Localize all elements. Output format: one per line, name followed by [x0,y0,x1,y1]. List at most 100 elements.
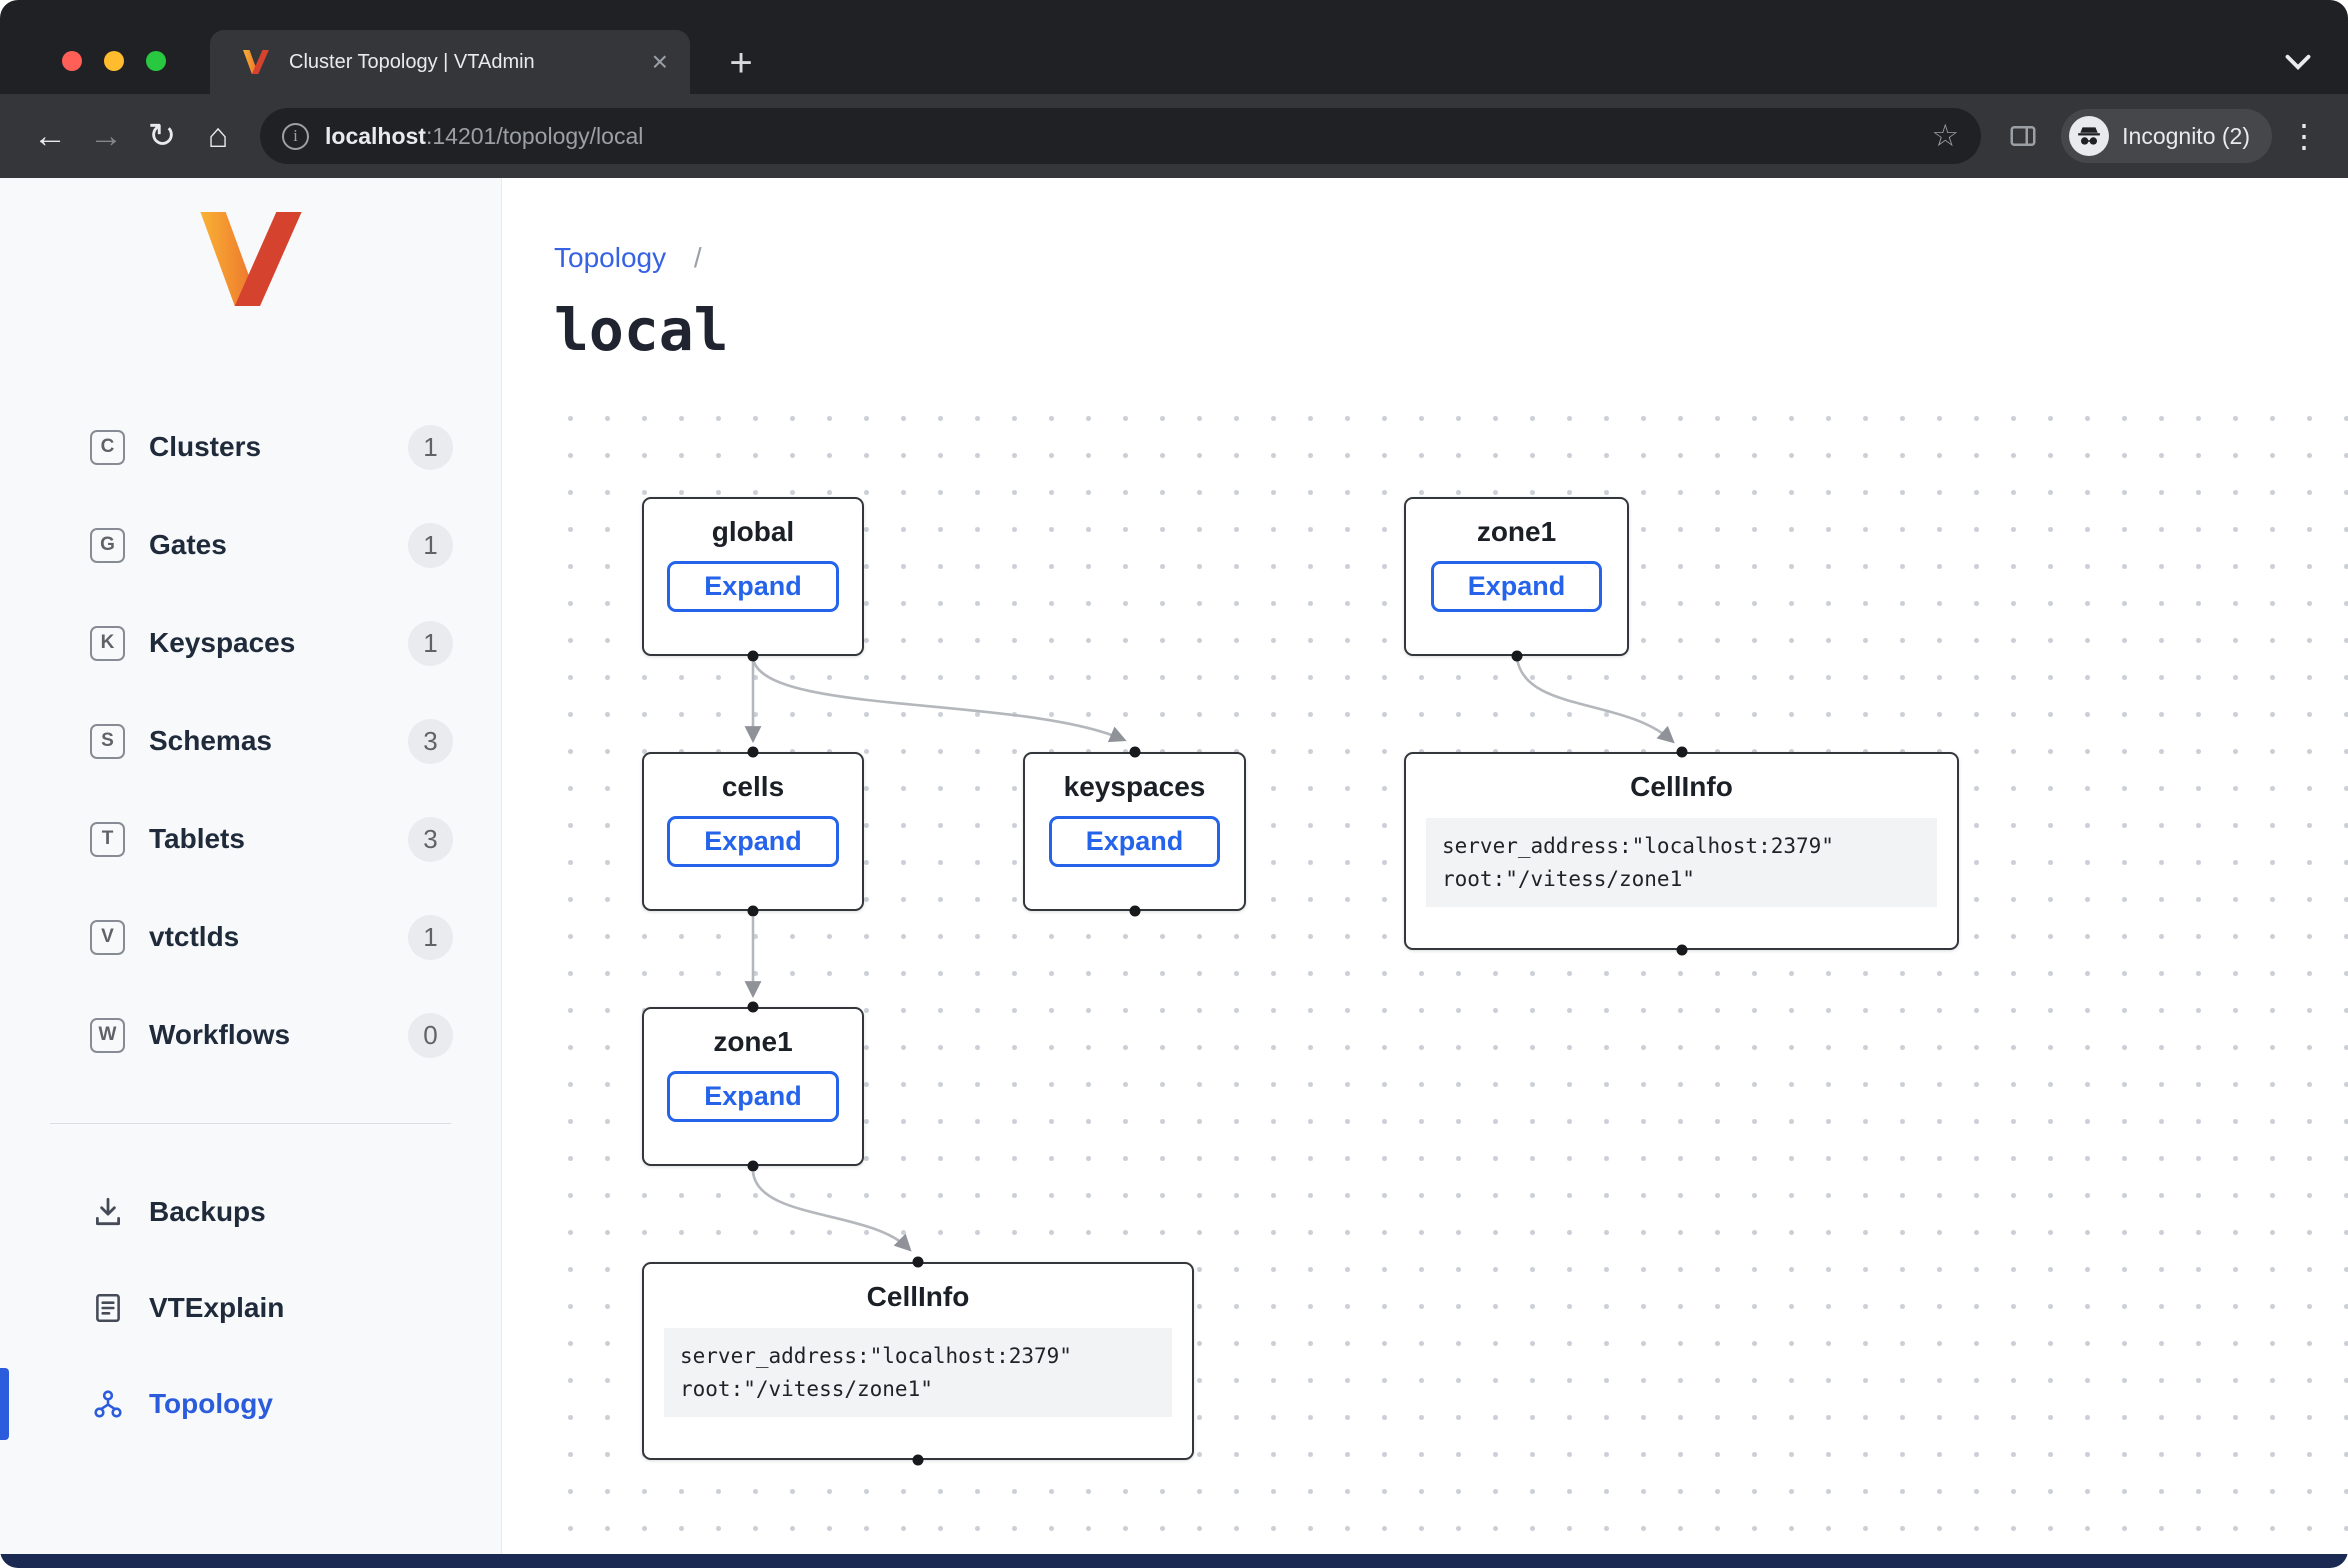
count-badge: 1 [408,915,453,960]
sidebar-primary-nav: C Clusters 1 G Gates 1 K Keyspaces 1 S S… [0,411,501,1071]
node-title: global [644,516,862,548]
breadcrumb-topology-link[interactable]: Topology [554,242,666,273]
cellinfo-code: server_address:"localhost:2379" root:"/v… [1426,818,1937,907]
back-button[interactable]: ← [22,108,78,164]
sidebar-item-vtctlds[interactable]: V vtctlds 1 [0,901,501,973]
sidebar-item-label: Schemas [149,725,272,757]
main-content: Topology / local global Expand zone1 Exp… [502,178,2348,1554]
sidebar-item-keyspaces[interactable]: K Keyspaces 1 [0,607,501,679]
vtadmin-app: C Clusters 1 G Gates 1 K Keyspaces 1 S S… [0,178,2348,1554]
sidebar-item-backups[interactable]: Backups [0,1176,501,1248]
sidebar-item-label: VTExplain [149,1292,284,1324]
sidebar-item-label: vtctlds [149,921,239,953]
forward-button[interactable]: → [78,108,134,164]
zoom-window-button[interactable] [146,51,166,71]
breadcrumb: Topology / [554,242,702,274]
workflows-icon: W [90,1018,125,1053]
topology-node-cellinfo-right: CellInfo server_address:"localhost:2379"… [1404,752,1959,950]
reload-button[interactable]: ↻ [134,108,190,164]
vitess-favicon [238,45,273,80]
browser-titlebar: Cluster Topology | VTAdmin × + [0,0,2348,94]
sidebar-item-workflows[interactable]: W Workflows 0 [0,999,501,1071]
tab-close-icon[interactable]: × [652,48,668,76]
count-badge: 3 [408,719,453,764]
cellinfo-code-line: server_address:"localhost:2379" [1442,830,1921,863]
count-badge: 1 [408,621,453,666]
vitess-logo [0,212,501,306]
breadcrumb-separator: / [694,242,702,273]
expand-button-zone1-bottom[interactable]: Expand [667,1071,839,1122]
sidebar-item-schemas[interactable]: S Schemas 3 [0,705,501,777]
expand-button-global[interactable]: Expand [667,561,839,612]
gates-icon: G [90,528,125,563]
topology-node-keyspaces: keyspaces Expand [1023,752,1246,911]
topology-node-cellinfo-bottom: CellInfo server_address:"localhost:2379"… [642,1262,1194,1460]
browser-toolbar: ← → ↻ ⌂ i localhost:14201/topology/local… [0,94,2348,178]
cellinfo-code-line: root:"/vitess/zone1" [680,1373,1156,1406]
backups-download-icon [90,1195,125,1230]
clusters-icon: C [90,430,125,465]
node-title: CellInfo [1406,771,1957,803]
home-button[interactable]: ⌂ [190,108,246,164]
cellinfo-code: server_address:"localhost:2379" root:"/v… [664,1328,1172,1417]
side-panel-icon[interactable] [1995,108,2051,164]
window-bottom-edge [0,1554,2348,1568]
sidebar-item-label: Clusters [149,431,261,463]
topology-network-icon [90,1387,125,1422]
count-badge: 1 [408,523,453,568]
sidebar-item-gates[interactable]: G Gates 1 [0,509,501,581]
keyspaces-icon: K [90,626,125,661]
count-badge: 0 [408,1013,453,1058]
url-host: localhost [325,123,426,149]
incognito-profile-badge[interactable]: Incognito (2) [2061,109,2272,163]
expand-button-zone1-top[interactable]: Expand [1431,561,1603,612]
sidebar: C Clusters 1 G Gates 1 K Keyspaces 1 S S… [0,178,502,1554]
browser-tab[interactable]: Cluster Topology | VTAdmin × [210,30,690,94]
node-title: cells [644,771,862,803]
sidebar-item-label: Topology [149,1388,273,1420]
sidebar-item-label: Backups [149,1196,266,1228]
count-badge: 3 [408,817,453,862]
bookmark-star-icon[interactable]: ☆ [1931,118,1959,154]
topology-node-cells: cells Expand [642,752,864,911]
page-title: local [554,296,729,364]
count-badge: 1 [408,425,453,470]
topology-canvas: global Expand zone1 Expand cells Expand … [552,400,2348,1538]
vtctlds-icon: V [90,920,125,955]
incognito-icon [2069,116,2109,156]
expand-button-keyspaces[interactable]: Expand [1049,816,1221,867]
minimize-window-button[interactable] [104,51,124,71]
node-title: CellInfo [644,1281,1192,1313]
address-bar[interactable]: i localhost:14201/topology/local ☆ [260,108,1981,164]
url-path: :14201/topology/local [426,123,643,149]
topology-node-zone1-top: zone1 Expand [1404,497,1629,656]
sidebar-item-label: Keyspaces [149,627,295,659]
sidebar-item-label: Gates [149,529,227,561]
cellinfo-code-line: server_address:"localhost:2379" [680,1340,1156,1373]
schemas-icon: S [90,724,125,759]
tablets-icon: T [90,822,125,857]
incognito-label: Incognito (2) [2122,123,2250,150]
traffic-lights [62,51,166,71]
sidebar-item-topology[interactable]: Topology [0,1368,501,1440]
expand-button-cells[interactable]: Expand [667,816,839,867]
site-info-icon[interactable]: i [282,123,309,150]
node-title: zone1 [644,1026,862,1058]
sidebar-item-vtexplain[interactable]: VTExplain [0,1272,501,1344]
sidebar-item-label: Tablets [149,823,245,855]
browser-window: Cluster Topology | VTAdmin × + ← → ↻ ⌂ i… [0,0,2348,1568]
url-text: localhost:14201/topology/local [325,123,1931,150]
topology-node-global: global Expand [642,497,864,656]
sidebar-item-tablets[interactable]: T Tablets 3 [0,803,501,875]
close-window-button[interactable] [62,51,82,71]
node-title: keyspaces [1025,771,1244,803]
cellinfo-code-line: root:"/vitess/zone1" [1442,863,1921,896]
tab-search-chevron-icon[interactable] [2284,53,2312,76]
sidebar-divider [50,1123,451,1124]
sidebar-item-clusters[interactable]: C Clusters 1 [0,411,501,483]
browser-menu-icon[interactable]: ⋮ [2282,117,2326,155]
new-tab-button[interactable]: + [716,41,766,86]
sidebar-item-label: Workflows [149,1019,290,1051]
vtexplain-document-icon [90,1291,125,1326]
sidebar-secondary-nav: Backups VTExplain [0,1176,501,1440]
